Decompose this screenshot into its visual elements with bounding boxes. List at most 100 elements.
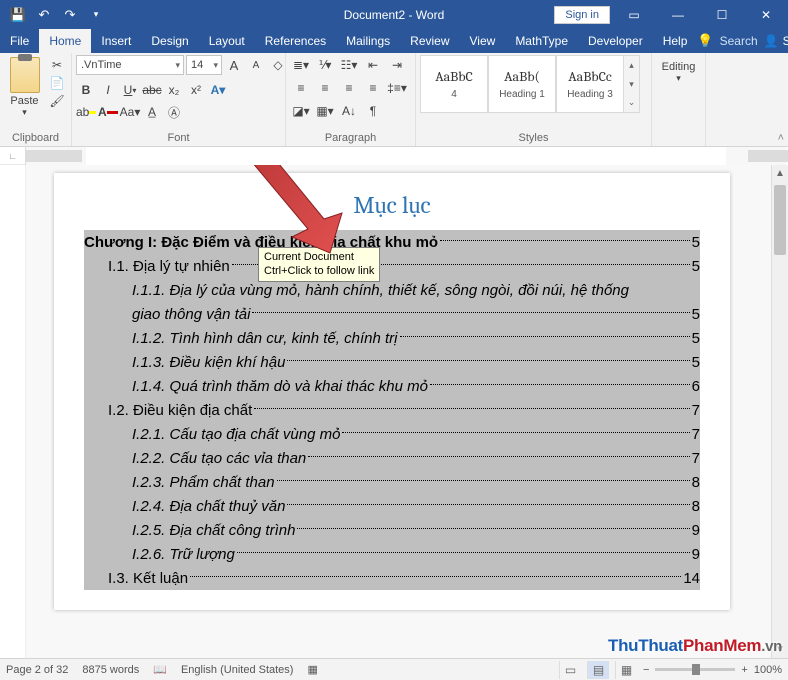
zoom-slider[interactable] — [655, 668, 735, 671]
line-spacing-icon[interactable]: ‡≡▾ — [386, 78, 408, 98]
language-status[interactable]: English (United States) — [181, 664, 294, 676]
style-4[interactable]: AaBbC4 — [420, 55, 488, 113]
toc-entry[interactable]: I.3. Kết luận14 — [84, 566, 700, 590]
toc-entry[interactable]: I.2.6. Trữ lượng9 — [84, 542, 700, 566]
styles-more-button[interactable]: ▴ ▾ ⌄ — [624, 55, 640, 113]
scroll-thumb[interactable] — [774, 185, 786, 255]
undo-icon[interactable]: ↶ — [32, 3, 56, 27]
shrink-font-icon[interactable]: A — [246, 55, 266, 75]
multilevel-list-icon[interactable]: ☷▾ — [338, 55, 360, 75]
align-left-icon[interactable]: ≡ — [290, 78, 312, 98]
grow-font-icon[interactable]: A — [224, 55, 244, 75]
toc-entry[interactable]: I.1.1. Địa lý của vùng mỏ, hành chính, t… — [84, 278, 700, 302]
bold-button[interactable]: B — [76, 80, 96, 100]
font-size-combo[interactable]: 14 — [186, 55, 222, 75]
tab-design[interactable]: Design — [141, 29, 198, 53]
clear-formatting-icon[interactable]: ◇ — [268, 55, 288, 75]
chevron-down-icon[interactable]: ▾ — [624, 75, 639, 94]
read-mode-icon[interactable]: ▭ — [559, 661, 581, 679]
bullets-icon[interactable]: ≣▾ — [290, 55, 312, 75]
underline-button[interactable]: U▾ — [120, 80, 140, 100]
superscript-button[interactable]: x² — [186, 80, 206, 100]
toc-entry[interactable]: I.2.3. Phẩm chất than8 — [84, 470, 700, 494]
italic-button[interactable]: I — [98, 80, 118, 100]
style-heading-3[interactable]: AaBbCcHeading 3 — [556, 55, 624, 113]
tab-help[interactable]: Help — [653, 29, 698, 53]
word-count-status[interactable]: 8875 words — [82, 664, 139, 676]
editing-label[interactable]: Editing — [662, 61, 696, 73]
tab-selector-icon[interactable]: ∟ — [0, 147, 26, 165]
subscript-button[interactable]: x₂ — [164, 80, 184, 100]
zoom-in-icon[interactable]: + — [741, 664, 747, 676]
toc-entry[interactable]: I.1.4. Quá trình thăm dò và khai thác kh… — [84, 374, 700, 398]
share-button[interactable]: 👤 Share — [764, 34, 788, 48]
web-layout-icon[interactable]: ▦ — [615, 661, 637, 679]
toc-entry[interactable]: I.1.3. Điều kiện khí hậu5 — [84, 350, 700, 374]
toc-entry[interactable]: giao thông vận tải5 — [84, 302, 700, 326]
toc-entry[interactable]: Chương I: Đặc Điểm và điều kiện địa chất… — [84, 230, 700, 254]
qat-customize-icon[interactable]: ▾ — [84, 3, 108, 27]
increase-indent-icon[interactable]: ⇥ — [386, 55, 408, 75]
tab-layout[interactable]: Layout — [199, 29, 255, 53]
toc-entry[interactable]: I.2.2. Cấu tạo các vỉa than7 — [84, 446, 700, 470]
tab-insert[interactable]: Insert — [91, 29, 141, 53]
tab-mailings[interactable]: Mailings — [336, 29, 400, 53]
minimize-icon[interactable]: — — [658, 0, 698, 29]
decrease-indent-icon[interactable]: ⇤ — [362, 55, 384, 75]
macro-icon[interactable]: ▦ — [307, 663, 317, 676]
tab-review[interactable]: Review — [400, 29, 459, 53]
font-color-icon[interactable]: A — [98, 102, 118, 122]
horizontal-ruler[interactable]: ∟ — [0, 147, 788, 165]
save-icon[interactable]: 💾 — [6, 3, 30, 27]
vertical-scrollbar[interactable]: ▲ ▼ — [771, 165, 788, 658]
toc-entry[interactable]: I.2.5. Địa chất công trình9 — [84, 518, 700, 542]
strikethrough-button[interactable]: abc — [142, 80, 162, 100]
numbering-icon[interactable]: ⅟▾ — [314, 55, 336, 75]
highlight-color-icon[interactable]: ab — [76, 102, 96, 122]
vertical-ruler[interactable] — [0, 165, 26, 658]
tab-references[interactable]: References — [255, 29, 336, 53]
sort-icon[interactable]: A↓ — [338, 101, 360, 121]
spellcheck-icon[interactable]: 📖 — [153, 663, 167, 676]
search-input[interactable]: Search — [720, 34, 758, 48]
ribbon-display-options-icon[interactable]: ▭ — [614, 0, 654, 29]
maximize-icon[interactable]: ☐ — [702, 0, 742, 29]
toc-entry[interactable]: I.2. Điều kiện địa chất7 — [84, 398, 700, 422]
tab-view[interactable]: View — [460, 29, 506, 53]
character-scaling-icon[interactable]: A̲ — [142, 102, 162, 122]
toc-entry[interactable]: I.1. Địa lý tự nhiên5 — [84, 254, 700, 278]
tab-file[interactable]: File — [0, 29, 39, 53]
text-effects-icon[interactable]: A▾ — [208, 80, 228, 100]
format-painter-icon[interactable]: 🖌 — [47, 93, 67, 109]
align-right-icon[interactable]: ≡ — [338, 78, 360, 98]
toc-entry[interactable]: I.2.4. Địa chất thuỷ văn8 — [84, 494, 700, 518]
change-case-icon[interactable]: Aa▾ — [120, 102, 140, 122]
chevron-up-icon[interactable]: ▴ — [624, 56, 639, 75]
page-number-status[interactable]: Page 2 of 32 — [6, 664, 68, 676]
tab-mathtype[interactable]: MathType — [505, 29, 578, 53]
styles-expand-icon[interactable]: ⌄ — [624, 93, 639, 112]
paste-button[interactable]: Paste ▾ — [4, 55, 45, 118]
font-name-combo[interactable]: .VnTime — [76, 55, 184, 75]
sign-in-button[interactable]: Sign in — [554, 6, 610, 24]
close-icon[interactable]: ✕ — [746, 0, 786, 29]
show-marks-icon[interactable]: ¶ — [362, 101, 384, 121]
tell-me-icon[interactable]: 💡 — [697, 33, 713, 49]
page[interactable]: Mục lục Chương I: Đặc Điểm và điều kiện … — [54, 173, 730, 610]
shading-icon[interactable]: ◪▾ — [290, 101, 312, 121]
scroll-up-icon[interactable]: ▲ — [772, 165, 788, 182]
tab-developer[interactable]: Developer — [578, 29, 653, 53]
tab-home[interactable]: Home — [39, 29, 91, 53]
zoom-out-icon[interactable]: − — [643, 664, 649, 676]
redo-icon[interactable]: ↷ — [58, 3, 82, 27]
enclose-characters-icon[interactable]: Ⓐ — [164, 102, 184, 122]
collapse-ribbon-icon[interactable]: ˄ — [778, 132, 784, 144]
cut-icon[interactable]: ✂ — [47, 57, 67, 73]
align-center-icon[interactable]: ≡ — [314, 78, 336, 98]
toc-title[interactable]: Mục lục — [84, 191, 700, 220]
style-heading-1[interactable]: AaBb(Heading 1 — [488, 55, 556, 113]
copy-icon[interactable]: 📄 — [47, 75, 67, 91]
print-layout-icon[interactable]: ▤ — [587, 661, 609, 679]
borders-icon[interactable]: ▦▾ — [314, 101, 336, 121]
toc-entry[interactable]: I.2.1. Cấu tạo địa chất vùng mỏ7 — [84, 422, 700, 446]
